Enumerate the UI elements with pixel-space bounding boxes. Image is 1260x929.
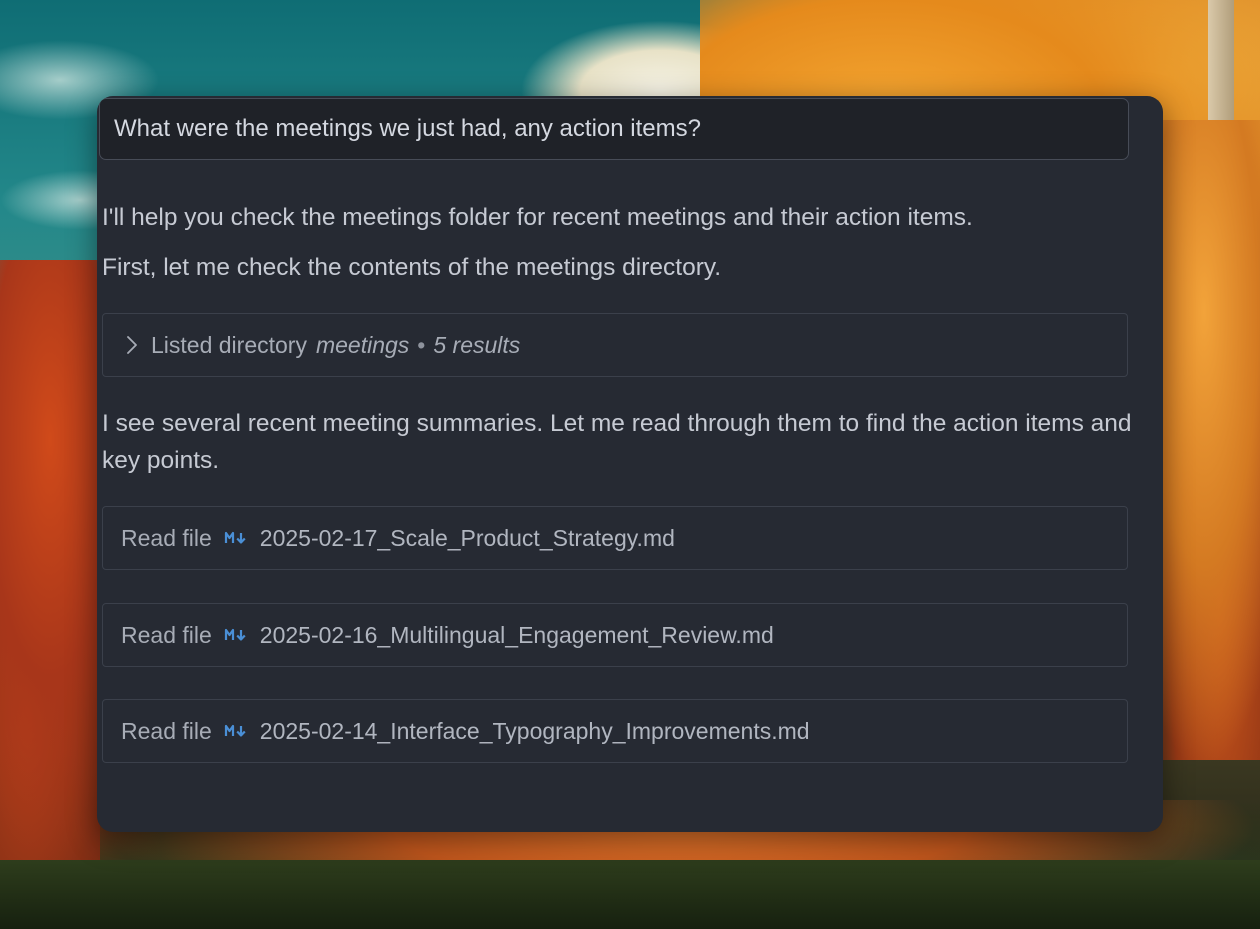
- assistant-message: First, let me check the contents of the …: [102, 254, 722, 281]
- markdown-icon: [224, 723, 248, 739]
- tool-label: Read file: [121, 717, 212, 744]
- read-file-tool-call[interactable]: Read file 2025-02-14_Interface_Typograph…: [102, 699, 1128, 763]
- tool-label: Read file: [121, 621, 212, 648]
- chat-panel: What were the meetings we just had, any …: [97, 96, 1163, 832]
- result-count: 5 results: [433, 331, 521, 358]
- user-prompt[interactable]: What were the meetings we just had, any …: [99, 98, 1129, 160]
- tool-label: Read file: [121, 524, 212, 551]
- assistant-message: I see several recent meeting summaries. …: [102, 410, 1132, 474]
- tool-label: Listed directory: [151, 331, 307, 358]
- markdown-icon: [224, 530, 248, 546]
- read-file-tool-call[interactable]: Read file 2025-02-16_Multilingual_Engage…: [102, 603, 1128, 667]
- assistant-message: I'll help you check the meetings folder …: [102, 204, 973, 231]
- file-name: 2025-02-14_Interface_Typography_Improvem…: [259, 717, 810, 744]
- separator-dot: •: [417, 331, 426, 358]
- listed-directory-tool-call[interactable]: Listed directory meetings • 5 results: [102, 313, 1128, 377]
- markdown-icon: [224, 627, 248, 643]
- tool-target: meetings: [315, 331, 410, 358]
- read-file-tool-call[interactable]: Read file 2025-02-17_Scale_Product_Strat…: [102, 506, 1128, 570]
- chevron-right-icon[interactable]: [121, 334, 143, 356]
- file-name: 2025-02-16_Multilingual_Engagement_Revie…: [259, 621, 774, 648]
- file-name: 2025-02-17_Scale_Product_Strategy.md: [259, 524, 675, 551]
